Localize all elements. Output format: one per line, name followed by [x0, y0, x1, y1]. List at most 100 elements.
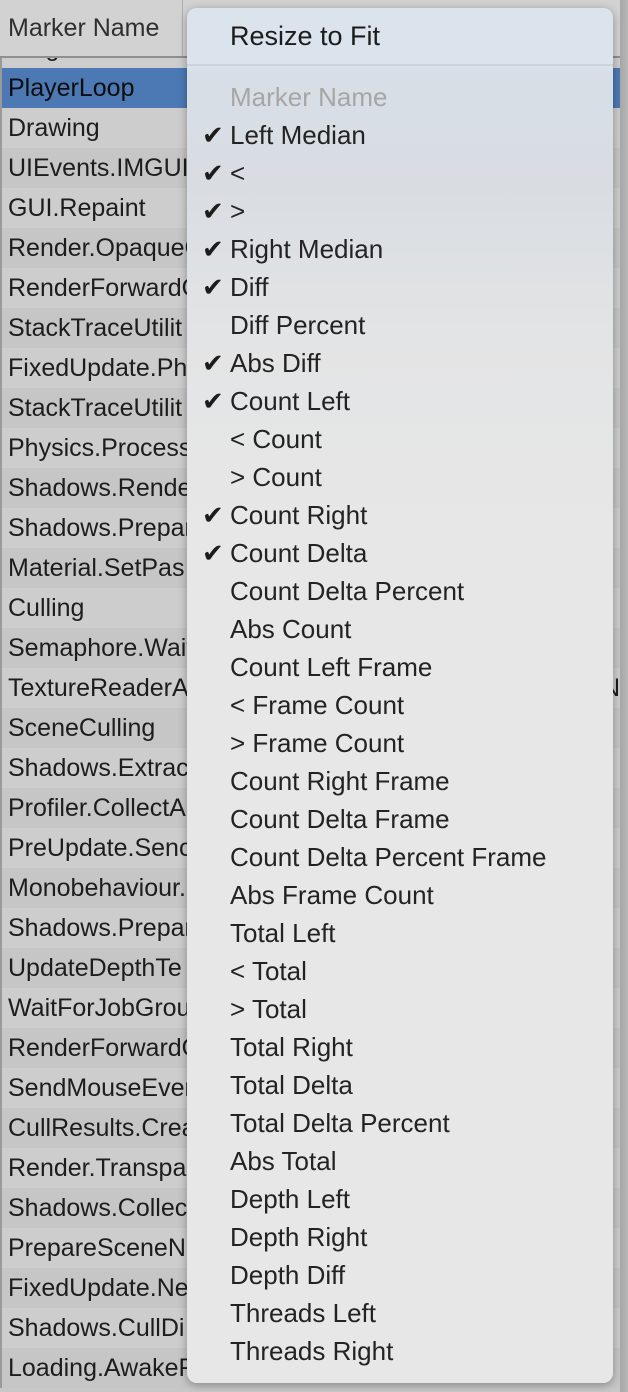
- checkmark-icon: ✔: [202, 234, 224, 264]
- table-cell-marker-name: UIEvents.IMGUI: [8, 154, 189, 182]
- table-cell-marker-name: TextureReaderA: [8, 674, 189, 702]
- menu-item-marker-name: ✔Marker Name: [187, 78, 613, 116]
- menu-item-total[interactable]: ✔< Total: [187, 952, 613, 990]
- menu-item-count-delta[interactable]: ✔ Count Delta: [187, 534, 613, 572]
- table-cell-marker-name: PreUpdate.Senc: [8, 834, 192, 862]
- table-cell-marker-name: StackTraceUtilit: [8, 394, 183, 422]
- menu-item-label: Count Left Frame: [230, 651, 433, 682]
- menu-item-label: < Total: [230, 955, 307, 986]
- table-cell-marker-name: Physics.Process: [8, 434, 192, 462]
- menu-item-count-delta-percent[interactable]: ✔Count Delta Percent: [187, 572, 613, 610]
- menu-items-list[interactable]: ✔Marker Name✔Left Median✔<✔>✔Right Media…: [187, 66, 613, 1370]
- menu-item-label: Count Delta Percent: [230, 575, 465, 606]
- checkmark-icon: ✔: [202, 158, 224, 188]
- checkmark-icon: ✔: [202, 120, 224, 150]
- menu-item-label: Total Delta: [230, 1069, 353, 1100]
- menu-item-label: Count Right: [230, 499, 368, 530]
- table-cell-marker-name: Shadows.Rende: [8, 474, 192, 502]
- menu-item-depth-diff[interactable]: ✔Depth Diff: [187, 1256, 613, 1294]
- menu-item-diff-percent[interactable]: ✔Diff Percent: [187, 306, 613, 344]
- menu-item-left-median[interactable]: ✔ Left Median: [187, 116, 613, 154]
- menu-item-abs-count[interactable]: ✔Abs Count: [187, 610, 613, 648]
- menu-item-label: > Total: [230, 993, 307, 1024]
- table-cell-marker-name: Render.OpaqueG: [8, 234, 204, 262]
- menu-item-label: < Frame Count: [230, 689, 405, 720]
- menu-item-label: Count Delta Percent Frame: [230, 841, 547, 872]
- menu-item-total-delta-percent[interactable]: ✔Total Delta Percent: [187, 1104, 613, 1142]
- menu-item-label: Count Delta Frame: [230, 803, 450, 834]
- checkmark-icon: ✔: [202, 500, 224, 530]
- table-cell-marker-name: CullResults.Crea: [8, 1114, 196, 1142]
- menu-item-total-right[interactable]: ✔Total Right: [187, 1028, 613, 1066]
- table-cell-marker-name: Semaphore.Wait: [8, 634, 194, 662]
- menu-item-count-right[interactable]: ✔ Count Right: [187, 496, 613, 534]
- menu-item-label: >: [230, 195, 246, 226]
- menu-item-total[interactable]: ✔> Total: [187, 990, 613, 1028]
- menu-item-label: Total Left: [230, 917, 336, 948]
- menu-item-total-delta[interactable]: ✔Total Delta: [187, 1066, 613, 1104]
- menu-item-label: < Count: [230, 423, 322, 454]
- menu-item-count-delta-percent-frame[interactable]: ✔Count Delta Percent Frame: [187, 838, 613, 876]
- menu-item-count-left-frame[interactable]: ✔Count Left Frame: [187, 648, 613, 686]
- table-cell-marker-name: Shadows.Extrac: [8, 754, 189, 782]
- menu-item-label: Total Right: [230, 1031, 353, 1062]
- table-cell-marker-name: RenderForwardO: [8, 274, 202, 302]
- column-header-marker-name[interactable]: Marker Name: [0, 0, 183, 56]
- menu-item-depth-left[interactable]: ✔Depth Left: [187, 1180, 613, 1218]
- table-cell-marker-name: PlayerLoop: [8, 74, 135, 102]
- menu-item-label: Total Delta Percent: [230, 1107, 450, 1138]
- table-cell-marker-name: PrepareSceneN: [8, 1234, 186, 1262]
- panel-right-edge: [620, 0, 628, 1392]
- menu-item-count-left[interactable]: ✔ Count Left: [187, 382, 613, 420]
- app-root: Marker Name Diagnostics PlayerLoop Drawin…: [0, 0, 628, 1392]
- menu-item-label: Depth Right: [230, 1221, 368, 1252]
- table-cell-marker-name: Shadows.Prepar: [8, 914, 193, 942]
- menu-item-[interactable]: ✔ <: [187, 154, 613, 192]
- checkmark-icon: ✔: [202, 538, 224, 568]
- table-cell-marker-name: GUI.Repaint: [8, 194, 146, 222]
- table-cell-marker-name: UpdateDepthTe: [8, 954, 182, 982]
- menu-item-frame-count[interactable]: ✔< Frame Count: [187, 686, 613, 724]
- menu-item-abs-frame-count[interactable]: ✔Abs Frame Count: [187, 876, 613, 914]
- menu-item-[interactable]: ✔ >: [187, 192, 613, 230]
- menu-item-count[interactable]: ✔> Count: [187, 458, 613, 496]
- table-cell-marker-name: Shadows.Collec: [8, 1194, 188, 1222]
- table-cell-marker-name: Diagnostics: [8, 58, 137, 68]
- menu-item-label: Depth Left: [230, 1183, 350, 1214]
- checkmark-icon: ✔: [202, 348, 224, 378]
- menu-item-count-right-frame[interactable]: ✔Count Right Frame: [187, 762, 613, 800]
- checkmark-icon: ✔: [202, 386, 224, 416]
- table-cell-marker-name: FixedUpdate.Phy: [8, 354, 200, 382]
- menu-item-label: Count Left: [230, 385, 350, 416]
- menu-item-threads-right[interactable]: ✔Threads Right: [187, 1332, 613, 1370]
- menu-item-abs-total[interactable]: ✔Abs Total: [187, 1142, 613, 1180]
- menu-item-label: Depth Diff: [230, 1259, 346, 1290]
- menu-item-label: Diff Percent: [230, 309, 366, 340]
- menu-item-total-left[interactable]: ✔Total Left: [187, 914, 613, 952]
- table-cell-marker-name: Material.SetPas: [8, 554, 185, 582]
- menu-item-label: Abs Count: [230, 613, 352, 644]
- menu-item-label: Diff: [230, 271, 269, 302]
- menu-item-label: Threads Right: [230, 1335, 394, 1366]
- menu-item-diff[interactable]: ✔ Diff: [187, 268, 613, 306]
- menu-item-count-delta-frame[interactable]: ✔Count Delta Frame: [187, 800, 613, 838]
- menu-item-label: Abs Diff: [230, 347, 321, 378]
- menu-item-count[interactable]: ✔< Count: [187, 420, 613, 458]
- table-cell-marker-name: SendMouseEver: [8, 1074, 193, 1102]
- table-cell-marker-name: SceneCulling: [8, 714, 156, 742]
- menu-item-label: Left Median: [230, 119, 366, 150]
- table-cell-marker-name: Drawing: [8, 114, 100, 142]
- menu-item-label: Count Delta: [230, 537, 368, 568]
- menu-item-label: Marker Name: [230, 81, 388, 112]
- menu-item-resize-to-fit[interactable]: Resize to Fit: [187, 8, 613, 66]
- checkmark-icon: ✔: [202, 272, 224, 302]
- column-options-context-menu[interactable]: Resize to Fit ✔Marker Name✔Left Median✔<…: [187, 8, 613, 1383]
- table-cell-marker-name: FixedUpdate.Ne: [8, 1274, 189, 1302]
- menu-item-depth-right[interactable]: ✔Depth Right: [187, 1218, 613, 1256]
- menu-item-frame-count[interactable]: ✔> Frame Count: [187, 724, 613, 762]
- menu-item-label: <: [230, 157, 246, 188]
- menu-item-right-median[interactable]: ✔ Right Median: [187, 230, 613, 268]
- menu-item-abs-diff[interactable]: ✔ Abs Diff: [187, 344, 613, 382]
- table-cell-marker-name: RenderForwardO: [8, 1034, 202, 1062]
- menu-item-threads-left[interactable]: ✔Threads Left: [187, 1294, 613, 1332]
